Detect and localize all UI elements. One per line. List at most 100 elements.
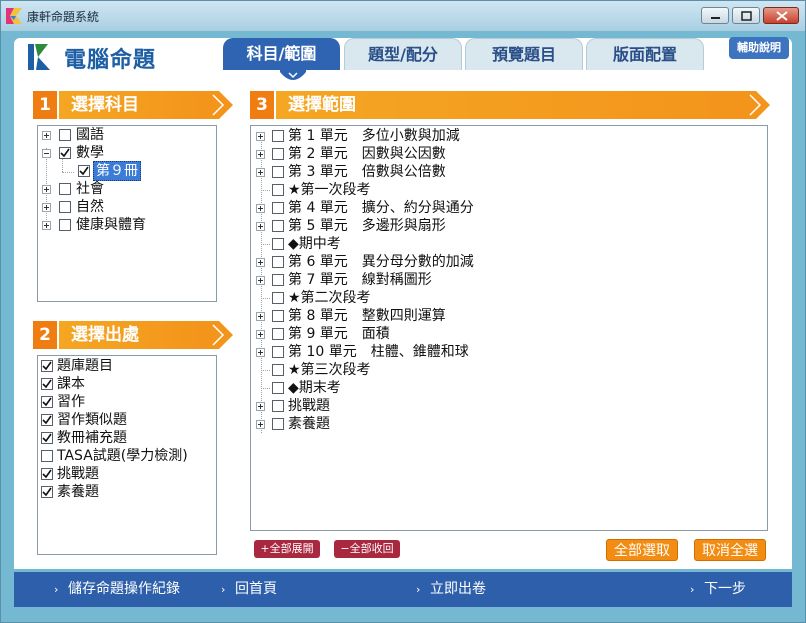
source-checkbox[interactable] xyxy=(41,432,53,444)
volume-checkbox[interactable] xyxy=(78,165,90,177)
scope-item-label[interactable]: ◆期中考 xyxy=(288,235,341,253)
arrow-right-icon xyxy=(209,91,233,119)
expand-toggle-icon[interactable] xyxy=(256,348,265,357)
scope-checkbox[interactable] xyxy=(272,292,284,304)
maximize-icon xyxy=(741,11,752,21)
tab-question-type[interactable]: 題型/配分 xyxy=(344,38,462,70)
expand-toggle-icon[interactable] xyxy=(42,185,51,194)
source-checkbox[interactable] xyxy=(41,486,53,498)
subject-item-label[interactable]: 自然 xyxy=(76,198,104,216)
scope-item-label[interactable]: ★第二次段考 xyxy=(288,289,371,307)
scope-checkbox[interactable] xyxy=(272,148,284,160)
save-log-button[interactable]: › 儲存命題操作紀錄 xyxy=(54,572,194,607)
scope-item-label[interactable]: 第 6 單元 異分母分數的加減 xyxy=(288,253,474,271)
source-item-label[interactable]: TASA試題(學力檢測) xyxy=(57,447,188,465)
collapse-all-button[interactable]: −全部收回 xyxy=(334,540,400,558)
subject-checkbox[interactable] xyxy=(59,201,71,213)
scope-item-label[interactable]: ◆期末考 xyxy=(288,379,341,397)
subject-checkbox[interactable] xyxy=(59,129,71,141)
scope-item-label[interactable]: 第 3 單元 倍數與公倍數 xyxy=(288,163,446,181)
expand-toggle-icon[interactable] xyxy=(256,204,265,213)
source-item-label[interactable]: 教冊補充題 xyxy=(57,429,127,447)
scope-checkbox[interactable] xyxy=(272,256,284,268)
scope-item-label[interactable]: 挑戰題 xyxy=(288,397,330,415)
expand-all-button[interactable]: +全部展開 xyxy=(254,540,320,558)
source-item-label[interactable]: 習作 xyxy=(57,393,85,411)
scope-item-label[interactable]: 第 9 單元 面積 xyxy=(288,325,390,343)
help-button[interactable]: 輔助說明 xyxy=(729,37,789,59)
subject-checkbox[interactable] xyxy=(59,183,71,195)
source-item-label[interactable]: 題庫題目 xyxy=(57,357,113,375)
maximize-button[interactable] xyxy=(732,7,760,24)
expand-toggle-icon[interactable] xyxy=(256,312,265,321)
scope-checkbox[interactable] xyxy=(272,220,284,232)
scope-item-label[interactable]: 第 5 單元 多邊形與扇形 xyxy=(288,217,446,235)
expand-toggle-icon[interactable] xyxy=(256,168,265,177)
next-step-button[interactable]: › 下一步 xyxy=(690,572,760,607)
expand-toggle-icon[interactable] xyxy=(256,276,265,285)
scope-checkbox[interactable] xyxy=(272,400,284,412)
scope-checkbox[interactable] xyxy=(272,238,284,250)
scope-item-label[interactable]: ★第一次段考 xyxy=(288,181,371,199)
expand-toggle-icon[interactable] xyxy=(42,131,51,140)
source-checkbox[interactable] xyxy=(41,396,53,408)
scope-item-label[interactable]: 第 1 單元 多位小數與加減 xyxy=(288,127,460,145)
scope-checkbox[interactable] xyxy=(272,364,284,376)
app-logo-icon xyxy=(6,8,22,24)
scope-checkbox[interactable] xyxy=(272,418,284,430)
scope-item-label[interactable]: 第 8 單元 整數四則運算 xyxy=(288,307,446,325)
scope-checkbox[interactable] xyxy=(272,310,284,322)
scope-item-label[interactable]: 第 4 單元 擴分、約分與通分 xyxy=(288,199,474,217)
subject-item-label[interactable]: 國語 xyxy=(76,126,104,144)
source-checkbox[interactable] xyxy=(41,450,53,462)
source-checkbox[interactable] xyxy=(41,414,53,426)
source-item-label[interactable]: 習作類似題 xyxy=(57,411,127,429)
source-checkbox[interactable] xyxy=(41,378,53,390)
publish-now-button[interactable]: › 立即出卷 xyxy=(416,572,496,607)
scope-item-label[interactable]: 第 10 單元 柱體、錐體和球 xyxy=(288,343,469,361)
scope-checkbox[interactable] xyxy=(272,274,284,286)
source-item-label[interactable]: 課本 xyxy=(57,375,85,393)
source-checkbox[interactable] xyxy=(41,468,53,480)
expand-toggle-icon[interactable] xyxy=(256,150,265,159)
tab-layout[interactable]: 版面配置 xyxy=(586,38,704,70)
expand-toggle-icon[interactable] xyxy=(256,402,265,411)
collapse-toggle-icon[interactable] xyxy=(42,149,51,158)
scope-checkbox[interactable] xyxy=(272,328,284,340)
scope-checkbox[interactable] xyxy=(272,130,284,142)
tab-preview[interactable]: 預覽題目 xyxy=(465,38,583,70)
deselect-all-button[interactable]: 取消全選 xyxy=(694,539,766,561)
minimize-button[interactable] xyxy=(701,7,729,24)
expand-toggle-icon[interactable] xyxy=(256,132,265,141)
subject-item-label[interactable]: 健康與體育 xyxy=(76,216,146,234)
expand-toggle-icon[interactable] xyxy=(256,420,265,429)
scope-checkbox[interactable] xyxy=(272,382,284,394)
subject-item-label[interactable]: 數學 xyxy=(76,144,104,162)
expand-toggle-icon[interactable] xyxy=(42,221,51,230)
select-all-button[interactable]: 全部選取 xyxy=(606,539,678,561)
scope-checkbox[interactable] xyxy=(272,202,284,214)
subject-checkbox[interactable] xyxy=(59,147,71,159)
source-checkbox[interactable] xyxy=(41,360,53,372)
scope-item-label[interactable]: 素養題 xyxy=(288,415,330,433)
subject-checkbox[interactable] xyxy=(59,219,71,231)
subject-section-header: 1 選擇科目 xyxy=(33,91,233,119)
scope-tree: 第 1 單元 多位小數與加減 第 2 單元 因數與公因數 第 3 單元 倍數與公… xyxy=(250,125,768,531)
scope-item-label[interactable]: ★第三次段考 xyxy=(288,361,371,379)
scope-item-label[interactable]: 第 2 單元 因數與公因數 xyxy=(288,145,446,163)
expand-toggle-icon[interactable] xyxy=(256,258,265,267)
expand-toggle-icon[interactable] xyxy=(42,203,51,212)
expand-toggle-icon[interactable] xyxy=(256,222,265,231)
scope-item-label[interactable]: 第 7 單元 線對稱圖形 xyxy=(288,271,432,289)
source-item-label[interactable]: 挑戰題 xyxy=(57,465,99,483)
volume-label-selected[interactable]: 第９冊 xyxy=(93,161,141,181)
home-button[interactable]: › 回首頁 xyxy=(221,572,291,607)
expand-toggle-icon[interactable] xyxy=(256,330,265,339)
chevron-right-icon: › xyxy=(221,583,226,596)
subject-item-label[interactable]: 社會 xyxy=(76,180,104,198)
scope-checkbox[interactable] xyxy=(272,166,284,178)
scope-checkbox[interactable] xyxy=(272,346,284,358)
close-button[interactable] xyxy=(763,7,799,24)
scope-checkbox[interactable] xyxy=(272,184,284,196)
source-item-label[interactable]: 素養題 xyxy=(57,483,99,501)
